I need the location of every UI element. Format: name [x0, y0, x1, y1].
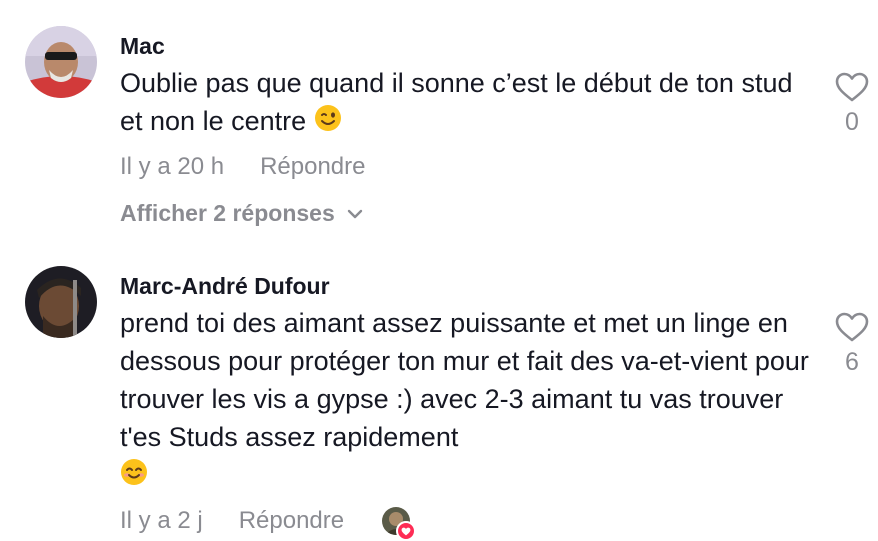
comment-text: Oublie pas que quand il sonne c’est le d… — [120, 64, 810, 142]
comment-meta: Il y a 20 h Répondre — [120, 153, 365, 181]
creator-liked-badge — [382, 507, 417, 541]
heart-icon — [835, 72, 869, 102]
heart-icon — [835, 312, 869, 342]
reply-button[interactable]: Répondre — [239, 507, 344, 535]
comment-author[interactable]: Marc-André Dufour — [120, 273, 330, 300]
comment-body: prend toi des aimant assez puissante et … — [120, 308, 809, 452]
smile-emoji — [120, 458, 148, 496]
comment-timestamp: Il y a 2 j — [120, 507, 203, 534]
avatar[interactable] — [25, 26, 97, 98]
heart-icon — [396, 521, 417, 541]
view-replies-label: Afficher 2 réponses — [120, 200, 335, 226]
comment-meta: Il y a 2 j Répondre — [120, 507, 417, 541]
comment-timestamp: Il y a 20 h — [120, 153, 225, 180]
comment-item: Marc-André Dufour prend toi des aimant a… — [0, 258, 878, 541]
like-button[interactable]: 0 — [830, 72, 874, 137]
comment-item: Mac Oublie pas que quand il sonne c’est … — [0, 0, 878, 240]
like-count: 6 — [845, 348, 859, 376]
view-replies-button[interactable]: Afficher 2 réponses — [120, 200, 363, 227]
chevron-down-icon — [347, 209, 362, 218]
comment-text: prend toi des aimant assez puissante et … — [120, 304, 810, 496]
like-button[interactable]: 6 — [830, 312, 874, 377]
avatar[interactable] — [25, 266, 97, 338]
comment-author[interactable]: Mac — [120, 33, 165, 60]
reply-button[interactable]: Répondre — [260, 153, 365, 181]
wink-emoji — [314, 104, 342, 142]
like-count: 0 — [845, 108, 859, 136]
comment-body: Oublie pas que quand il sonne c’est le d… — [120, 68, 793, 136]
